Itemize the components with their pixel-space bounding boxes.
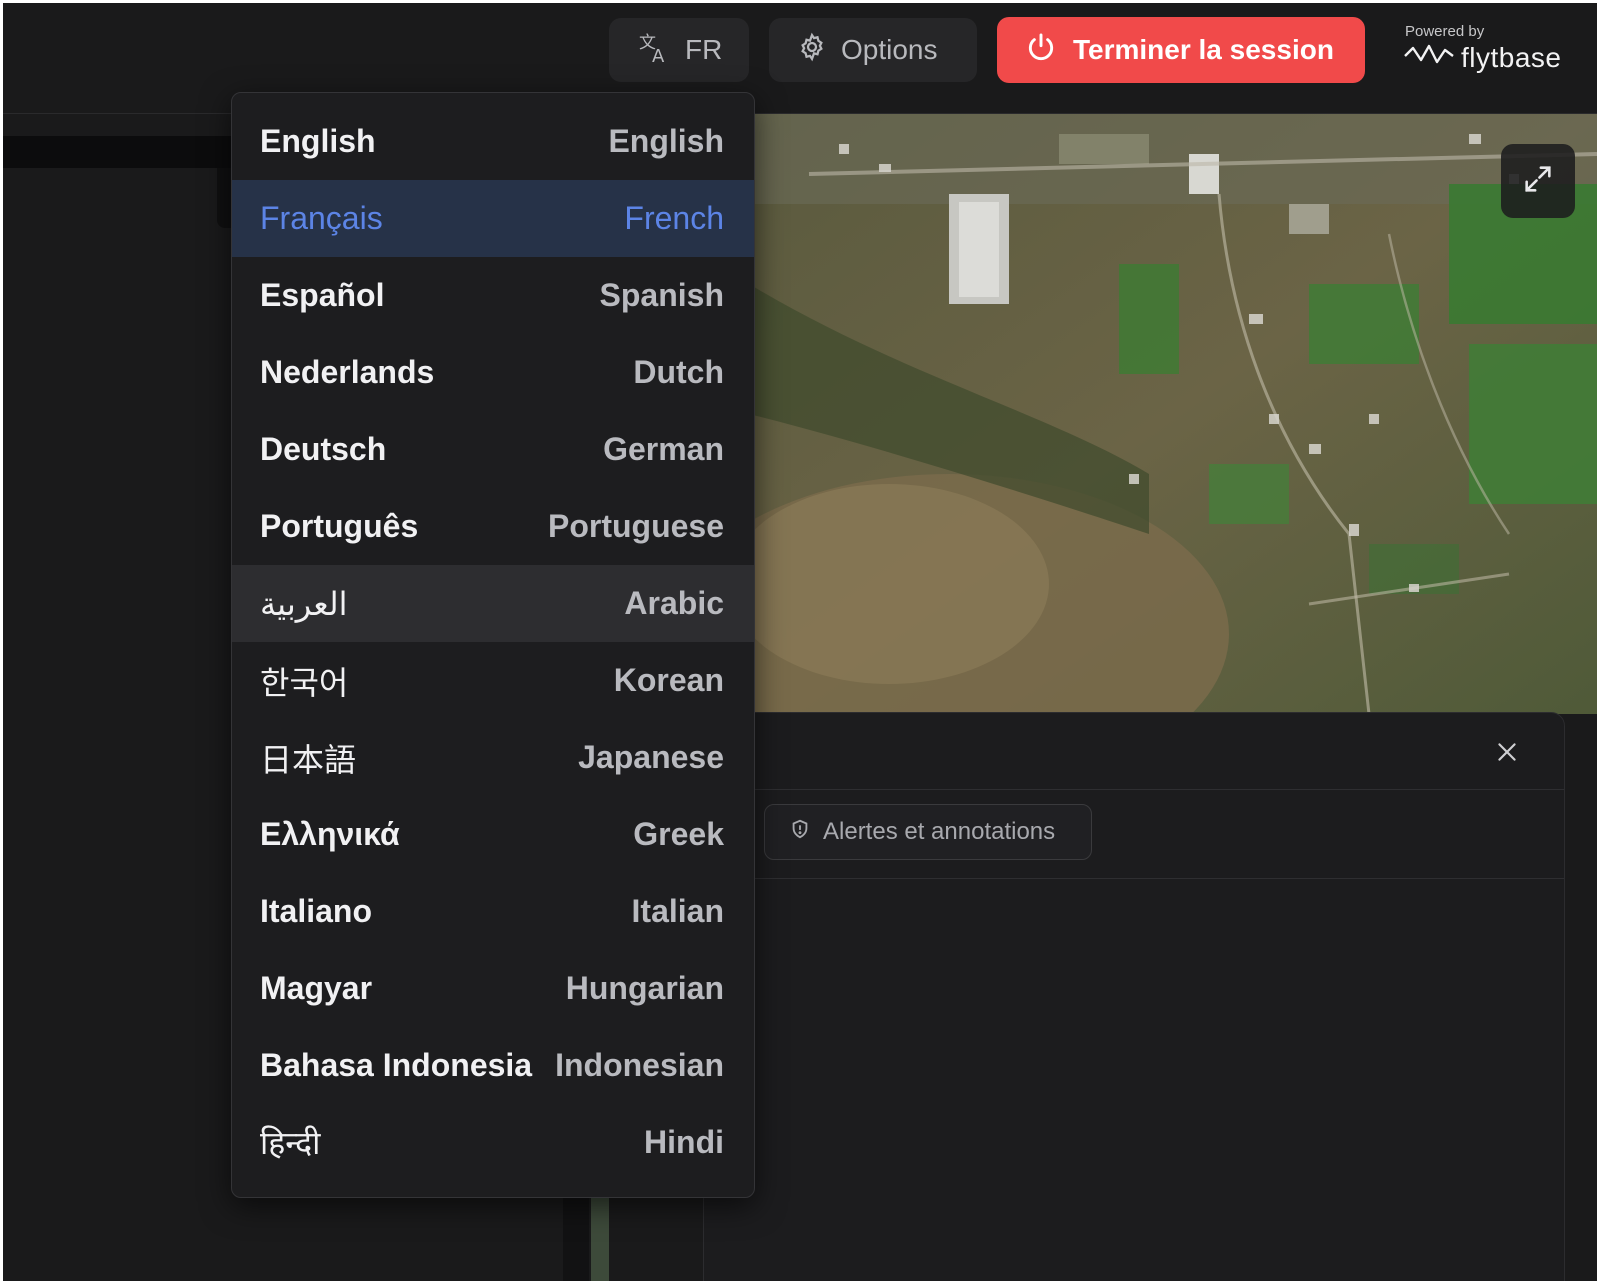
language-native-name: Nederlands bbox=[260, 354, 435, 390]
language-button[interactable]: 文 A FR bbox=[609, 18, 749, 82]
language-english-name: Hindi bbox=[644, 1124, 724, 1160]
panel-tabs: Alertes et annotations bbox=[704, 790, 1564, 879]
language-option-hindi[interactable]: हिन्दी Hindi bbox=[232, 1104, 754, 1181]
language-english-name: Dutch bbox=[633, 354, 724, 390]
gear-icon bbox=[797, 32, 827, 69]
language-native-name: Español bbox=[260, 277, 385, 313]
language-option-portuguese[interactable]: Português Portuguese bbox=[232, 488, 754, 565]
language-option-french[interactable]: Français French bbox=[232, 180, 754, 257]
language-english-name: Portuguese bbox=[547, 508, 724, 544]
alerts-panel: Alertes et annotations bbox=[703, 712, 1565, 1281]
language-option-indonesian[interactable]: Bahasa Indonesia Indonesian bbox=[232, 1027, 754, 1104]
translate-icon: 文 A bbox=[637, 30, 671, 71]
alerts-annotations-tab[interactable]: Alertes et annotations bbox=[764, 804, 1092, 860]
language-native-name: 한국어 bbox=[260, 664, 349, 701]
language-english-name: Arabic bbox=[624, 585, 724, 621]
options-button-label: Options bbox=[841, 34, 938, 65]
end-session-label: Terminer la session bbox=[1073, 34, 1334, 65]
expand-map-button[interactable] bbox=[1501, 144, 1575, 218]
language-english-name: Japanese bbox=[578, 739, 724, 775]
language-native-name: हिन्दी bbox=[260, 1125, 321, 1161]
language-english-name: Korean bbox=[613, 662, 724, 698]
language-option-japanese[interactable]: 日本語 Japanese bbox=[232, 719, 754, 796]
language-option-english[interactable]: English English bbox=[232, 103, 754, 180]
app-window: 文 A FR Options Terminer la session Power… bbox=[3, 3, 1597, 1281]
powered-by-text: Powered by bbox=[1405, 23, 1485, 40]
powered-by-branding: Powered by flytbase bbox=[1403, 23, 1562, 75]
power-icon bbox=[1025, 31, 1057, 70]
language-option-german[interactable]: Deutsch German bbox=[232, 411, 754, 488]
language-native-name: Italiano bbox=[260, 893, 373, 929]
language-option-greek[interactable]: Ελληνικά Greek bbox=[232, 796, 754, 873]
alerts-annotations-label: Alertes et annotations bbox=[823, 818, 1056, 845]
language-native-name: Deutsch bbox=[260, 431, 387, 467]
language-option-arabic[interactable]: العربية Arabic bbox=[232, 565, 754, 642]
language-english-name: English bbox=[608, 123, 724, 159]
left-panel-strip bbox=[3, 136, 233, 168]
language-native-name: Bahasa Indonesia bbox=[260, 1047, 533, 1083]
language-native-name: Magyar bbox=[260, 970, 373, 1006]
language-english-name: Greek bbox=[633, 816, 724, 852]
language-english-name: Italian bbox=[631, 893, 724, 929]
language-english-name: German bbox=[603, 431, 724, 467]
language-button-label: FR bbox=[685, 34, 723, 65]
language-english-name: French bbox=[624, 200, 724, 236]
svg-text:A: A bbox=[652, 46, 665, 64]
language-option-italian[interactable]: Italiano Italian bbox=[232, 873, 754, 950]
language-english-name: Spanish bbox=[599, 277, 724, 313]
background-map-edge bbox=[591, 1193, 609, 1281]
close-icon[interactable] bbox=[1494, 739, 1520, 770]
language-menu: English English Français French Español … bbox=[231, 92, 755, 1198]
language-native-name: Português bbox=[260, 508, 419, 544]
background-divider bbox=[563, 1193, 589, 1281]
language-option-hungarian[interactable]: Magyar Hungarian bbox=[232, 950, 754, 1027]
language-english-name: Hungarian bbox=[565, 970, 724, 1006]
language-option-dutch[interactable]: Nederlands Dutch bbox=[232, 334, 754, 411]
language-native-name: Français bbox=[260, 200, 383, 236]
language-native-name: Ελληνικά bbox=[260, 816, 400, 852]
end-session-button[interactable]: Terminer la session bbox=[997, 17, 1365, 83]
shield-icon bbox=[789, 818, 811, 847]
options-button[interactable]: Options bbox=[769, 18, 977, 82]
flytbase-logo-text: flytbase bbox=[1461, 41, 1562, 73]
language-native-name: English bbox=[260, 123, 376, 159]
panel-header bbox=[704, 713, 1564, 790]
language-english-name: Indonesian bbox=[555, 1047, 724, 1083]
language-option-spanish[interactable]: Español Spanish bbox=[232, 257, 754, 334]
language-native-name: العربية bbox=[260, 585, 348, 622]
flytbase-logo-icon bbox=[1403, 40, 1457, 75]
satellite-map[interactable] bbox=[749, 114, 1597, 714]
expand-icon bbox=[1521, 162, 1555, 201]
language-native-name: 日本語 bbox=[260, 741, 357, 778]
language-option-korean[interactable]: 한국어 Korean bbox=[232, 642, 754, 719]
